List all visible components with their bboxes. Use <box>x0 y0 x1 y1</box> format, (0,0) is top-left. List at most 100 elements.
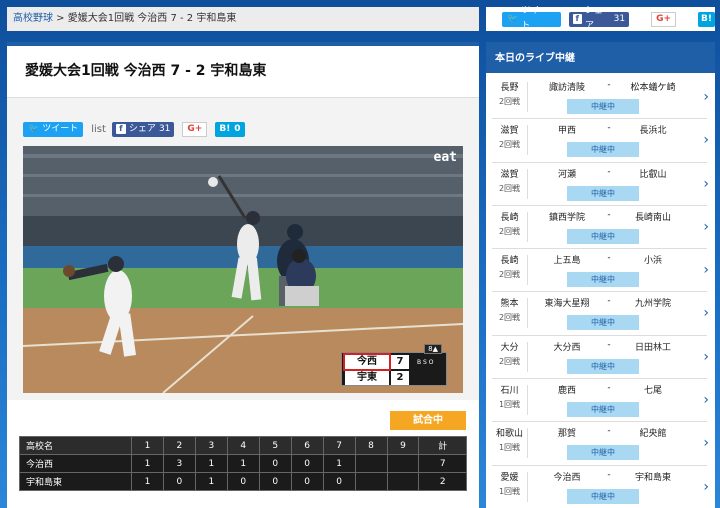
live-status-badge: 中継中 <box>567 445 639 461</box>
linescore-header-inning: 4 <box>226 436 260 455</box>
linescore-cell: 1 <box>131 472 164 491</box>
list-item[interactable]: 長崎 2回戦 鎮西学院 - 長崎南山 中継中 › <box>492 206 709 250</box>
game-region: 長野 2回戦 <box>492 82 528 112</box>
game-region: 大分 2回戦 <box>492 341 528 372</box>
facebook-share-button[interactable]: f シェア 31 <box>111 121 175 137</box>
game-round: 2回戦 <box>498 356 521 366</box>
chevron-right-icon: › <box>703 175 709 192</box>
team-separator: - <box>607 253 611 264</box>
home-team: 諏訪清陵 <box>548 83 585 93</box>
home-team: 那賀 <box>557 429 576 440</box>
facebook-share-count: 31 <box>158 123 171 134</box>
list-item[interactable]: 長崎 2回戦 上五島 - 小浜 中継中 › <box>492 249 709 293</box>
facebook-icon: f <box>115 124 126 134</box>
live-status-badge: 中継中 <box>567 228 639 244</box>
sidebar-tweet-label: ツイート <box>521 6 549 31</box>
video-player[interactable]: eat 8▲ 今西 7 宇東 2 B S O <box>23 146 463 393</box>
team-separator: - <box>607 80 611 90</box>
game-region: 滋賀 2回戦 <box>492 125 528 156</box>
game-summary: 試合中 高校名 1 2 3 4 5 6 7 8 9 計 今治西 1 3 1 1 … <box>7 400 479 508</box>
home-team: 甲西 <box>557 126 576 137</box>
linescore-cell: 0 <box>162 472 196 491</box>
game-region-name: 和歌山 <box>495 429 523 440</box>
list-item[interactable]: 長野 2回戦 諏訪清陵 - 松本蟻ケ崎 中継中 › <box>492 76 709 120</box>
game-region-name: 長野 <box>500 83 519 93</box>
sidebar-tweet-button[interactable]: 🐦 ツイート <box>502 6 561 31</box>
chevron-right-icon: › <box>703 89 709 105</box>
game-teams: 河瀬 - 比叡山 <box>534 167 684 181</box>
sidebar-google-plus-button[interactable]: G+ <box>651 11 677 27</box>
game-region-name: 長崎 <box>500 256 519 267</box>
live-game-list: 長野 2回戦 諏訪清陵 - 松本蟻ケ崎 中継中 › 滋賀 2回戦 甲西 - 長浜北 中継中 … <box>486 76 715 508</box>
home-team: 上五島 <box>553 256 581 267</box>
linescore-header-inning: 8 <box>354 436 388 455</box>
scoreboard-row-away: 宇東 2 <box>345 371 446 385</box>
linescore-header-inning: 2 <box>162 436 196 455</box>
game-teams: 鹿西 - 七尾 <box>534 383 684 397</box>
game-round: 2回戦 <box>498 140 521 150</box>
article-panel: 愛媛大会1回戦 今治西 7 - 2 宇和島東 🐦 ツイート list f シェア… <box>7 42 479 402</box>
chevron-right-icon: › <box>703 132 709 149</box>
game-region-name: 長崎 <box>500 212 519 223</box>
sidebar-facebook-share-button[interactable]: f シェア 31 <box>568 6 630 31</box>
chevron-right-icon: › <box>703 392 709 409</box>
list-item[interactable]: 石川 1回戦 鹿西 - 七尾 中継中 › <box>492 379 709 423</box>
breadcrumb: 高校野球 > 愛媛大会1回戦 今治西 7 - 2 宇和島東 <box>7 7 479 31</box>
linescore-cell: 1 <box>322 454 356 473</box>
away-team: 長浜北 <box>639 126 667 137</box>
linescore-cell: 1 <box>226 454 260 473</box>
sidebar-hatena-bookmark-button[interactable]: B! <box>698 11 715 27</box>
twitter-bird-icon: 🐦 <box>28 123 40 134</box>
team-separator: - <box>607 383 611 394</box>
home-team: 鹿西 <box>557 386 576 397</box>
scoreboard-home-team: 今西 <box>343 353 391 371</box>
breadcrumb-link-baseball[interactable]: 高校野球 <box>13 13 53 24</box>
away-team: 紀央館 <box>639 429 667 440</box>
linescore-cell: 3 <box>162 454 196 473</box>
chevron-right-icon: › <box>703 478 709 495</box>
game-round: 2回戦 <box>498 183 521 193</box>
list-item[interactable]: 和歌山 1回戦 那賀 - 紀央館 中継中 › <box>492 422 709 466</box>
game-round: 1回戦 <box>498 400 521 410</box>
scoreboard-bso: B S O <box>417 359 434 366</box>
linescore-cell: 0 <box>258 454 292 473</box>
linescore-cell <box>354 454 388 473</box>
linescore-header-inning: 5 <box>258 436 292 455</box>
linescore-team: 今治西 <box>19 454 132 473</box>
list-item[interactable]: 滋賀 2回戦 河瀬 - 比叡山 中継中 › <box>492 163 709 206</box>
sidebar-facebook-share-count: 31 <box>613 13 626 24</box>
tweet-button[interactable]: 🐦 ツイート <box>23 121 84 137</box>
away-team: 長崎南山 <box>634 212 671 223</box>
video-scoreboard: 8▲ 今西 7 宇東 2 B S O <box>341 344 447 386</box>
game-region: 滋賀 2回戦 <box>492 168 528 199</box>
facebook-share-label: シェア <box>128 123 156 134</box>
live-status-badge: 中継中 <box>567 315 639 331</box>
game-teams: 上五島 - 小浜 <box>534 253 684 267</box>
game-region: 熊本 2回戦 <box>492 298 528 329</box>
linescore-cell: 0 <box>290 454 324 473</box>
linescore-header-inning: 9 <box>386 436 420 455</box>
live-panel-title: 本日のライブ中継 <box>486 45 715 73</box>
linescore-header-inning: 3 <box>194 436 228 455</box>
linescore-header-total: 計 <box>418 436 467 455</box>
list-link[interactable]: list <box>91 124 106 135</box>
team-separator: - <box>607 296 611 307</box>
home-team: 河瀬 <box>557 169 576 180</box>
table-row: 今治西 1 3 1 1 0 0 1 7 <box>19 454 467 473</box>
away-team: 小浜 <box>643 256 662 267</box>
list-item[interactable]: 大分 2回戦 大分西 - 日田林工 中継中 › <box>492 336 709 380</box>
scoreboard-home-score: 7 <box>391 355 409 369</box>
list-item[interactable]: 滋賀 2回戦 甲西 - 長浜北 中継中 › <box>492 119 709 163</box>
scoreboard-inning: 8▲ <box>424 344 442 354</box>
list-item[interactable]: 熊本 2回戦 東海大星翔 - 九州学院 中継中 › <box>492 292 709 336</box>
game-teams: 今治西 - 宇和島東 <box>534 470 684 484</box>
google-plus-button[interactable]: G+ <box>182 121 208 137</box>
linescore-header-team: 高校名 <box>19 436 132 455</box>
hatena-bookmark-button[interactable]: B! 0 <box>215 121 245 137</box>
game-round: 2回戦 <box>498 226 521 236</box>
list-item[interactable]: 愛媛 1回戦 今治西 - 宇和島東 中継中 › <box>492 466 709 508</box>
game-teams: 鎮西学院 - 長崎南山 <box>534 210 684 224</box>
game-region: 長崎 2回戦 <box>492 255 528 286</box>
hatena-count: 0 <box>234 123 241 134</box>
facebook-icon: f <box>572 14 582 24</box>
